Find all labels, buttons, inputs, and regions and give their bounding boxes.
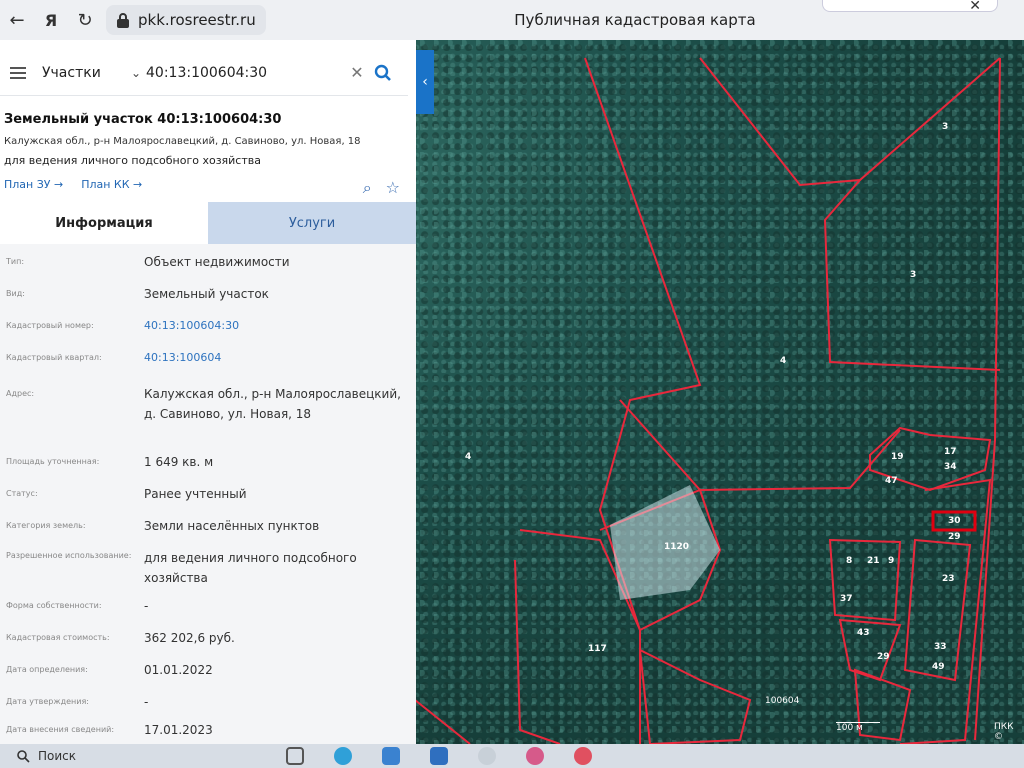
info-label: Кадастровая стоимость: <box>6 633 110 642</box>
info-label: Разрешенное использование: <box>6 551 132 560</box>
address-bar[interactable]: pkk.rosreestr.ru <box>106 5 266 35</box>
copyright-label: ПКК © <box>994 722 1014 742</box>
info-label: Тип: <box>6 257 25 266</box>
tab-bar: Информация Услуги <box>0 202 416 244</box>
map-label: 49 <box>932 662 945 672</box>
info-label: Статус: <box>6 489 38 498</box>
info-value: Земельный участок <box>144 287 269 301</box>
chrome-icon[interactable] <box>478 747 496 765</box>
browser-toolbar: ← Я ↻ pkk.rosreestr.ru Публичная кадастр… <box>0 0 1024 40</box>
map-quarter-label: 100604 <box>765 696 800 706</box>
search-input[interactable] <box>146 57 346 88</box>
info-label: Дата определения: <box>6 665 88 674</box>
info-value: 17.01.2023 <box>144 723 213 737</box>
map-label: 117 <box>588 644 607 654</box>
edge-icon[interactable] <box>334 747 352 765</box>
map-label: 3 <box>910 270 917 280</box>
info-label: Кадастровый квартал: <box>6 353 102 362</box>
star-icon[interactable]: ☆ <box>386 178 400 198</box>
parcel-title: Земельный участок 40:13:100604:30 <box>4 112 282 127</box>
info-value: 362 202,6 руб. <box>144 631 235 645</box>
info-value: 1 649 кв. м <box>144 455 214 469</box>
info-label: Форма собственности: <box>6 601 102 610</box>
taskbar-search-label: Поиск <box>38 749 77 763</box>
info-value: Ранее учтенный <box>144 487 247 501</box>
plan-links: План ЗУ → План КК → <box>4 178 142 191</box>
parcel-address: Калужская обл., р-н Малоярославецкий, д.… <box>4 136 361 147</box>
info-label: Вид: <box>6 289 25 298</box>
info-panel: Участки ⌄ ✕ ‹ Земельный участок 40:13:10… <box>0 40 434 744</box>
map-label: 19 <box>891 452 904 462</box>
map-label: 4 <box>780 356 787 366</box>
yandex-logo[interactable]: Я <box>34 3 68 37</box>
close-icon[interactable]: ✕ <box>969 0 981 14</box>
search-icon <box>17 750 30 763</box>
zoom-to-icon[interactable]: ⌕ <box>363 178 372 198</box>
info-label: Площадь уточненная: <box>6 457 100 466</box>
info-label: Кадастровый номер: <box>6 321 94 330</box>
scale-bar-label: 100 м <box>836 722 880 733</box>
plan-kk-link[interactable]: План КК → <box>81 178 142 191</box>
collapse-panel-button[interactable]: ‹ <box>416 50 434 114</box>
map-label: 3 <box>942 122 949 132</box>
store-icon[interactable] <box>382 747 400 765</box>
search-icon[interactable] <box>368 64 398 82</box>
info-label: Категория земель: <box>6 521 86 530</box>
info-value: - <box>144 599 149 613</box>
map-label: 4 <box>465 452 472 462</box>
plan-zu-link[interactable]: План ЗУ → <box>4 178 63 191</box>
page-title: Публичная кадастровая карта <box>514 11 756 29</box>
map-label: 21 <box>867 556 880 566</box>
mail-icon[interactable] <box>430 747 448 765</box>
reload-icon[interactable]: ↻ <box>68 3 102 37</box>
url-text: pkk.rosreestr.ru <box>138 11 256 29</box>
map-label: 17 <box>944 447 957 457</box>
back-icon[interactable]: ← <box>0 3 34 37</box>
lock-icon <box>117 13 129 28</box>
map-label: 34 <box>944 462 957 472</box>
map-label: 47 <box>885 476 898 486</box>
taskbar-apps <box>286 747 592 765</box>
tab-info[interactable]: Информация <box>0 202 208 244</box>
chevron-down-icon[interactable]: ⌄ <box>126 66 146 80</box>
browser-tab[interactable]: ✕ <box>822 0 998 14</box>
layer-select[interactable]: Участки <box>36 65 126 81</box>
info-value: для ведения личного подсобного хозяйства <box>144 551 357 585</box>
info-value: Земли населённых пунктов <box>144 519 320 533</box>
map-label: 8 <box>846 556 853 566</box>
card-actions: ⌕ ☆ <box>363 178 400 198</box>
map-label: 9 <box>888 556 895 566</box>
info-value: Объект недвижимости <box>144 255 290 269</box>
map-label: 33 <box>934 642 947 652</box>
taskbar-search[interactable]: Поиск <box>16 749 176 763</box>
info-label: Адрес: <box>6 389 35 398</box>
info-value: 01.01.2022 <box>144 663 213 677</box>
search-bar: Участки ⌄ ✕ <box>0 50 408 96</box>
menu-icon[interactable] <box>0 64 36 82</box>
map-label: 29 <box>948 532 961 542</box>
map-label: 29 <box>877 652 890 662</box>
info-label: Дата внесения сведений: <box>6 725 115 734</box>
info-value: Калужская обл., р-н Малоярославецкий, д.… <box>144 387 401 421</box>
map-label: 43 <box>857 628 870 638</box>
browser-icon[interactable] <box>526 747 544 765</box>
taskbar: Поиск <box>0 744 1024 768</box>
clear-icon[interactable]: ✕ <box>346 63 368 82</box>
selected-parcel-label: 30 <box>948 516 961 526</box>
tab-services[interactable]: Услуги <box>208 202 416 244</box>
cadastral-number-link[interactable]: 40:13:100604:30 <box>144 316 406 336</box>
task-view-icon[interactable] <box>286 747 304 765</box>
parcel-use: для ведения личного подсобного хозяйства <box>4 154 261 167</box>
cadastral-quarter-link[interactable]: 40:13:100604 <box>144 348 406 368</box>
info-label: Дата утверждения: <box>6 697 89 706</box>
info-list: Тип: Объект недвижимости Вид: Земельный уч… <box>0 244 416 744</box>
map-label: 23 <box>942 574 955 584</box>
info-value: - <box>144 695 149 709</box>
map-label: 1120 <box>664 542 690 552</box>
yandex-icon[interactable] <box>574 747 592 765</box>
map-label: 37 <box>840 594 853 604</box>
